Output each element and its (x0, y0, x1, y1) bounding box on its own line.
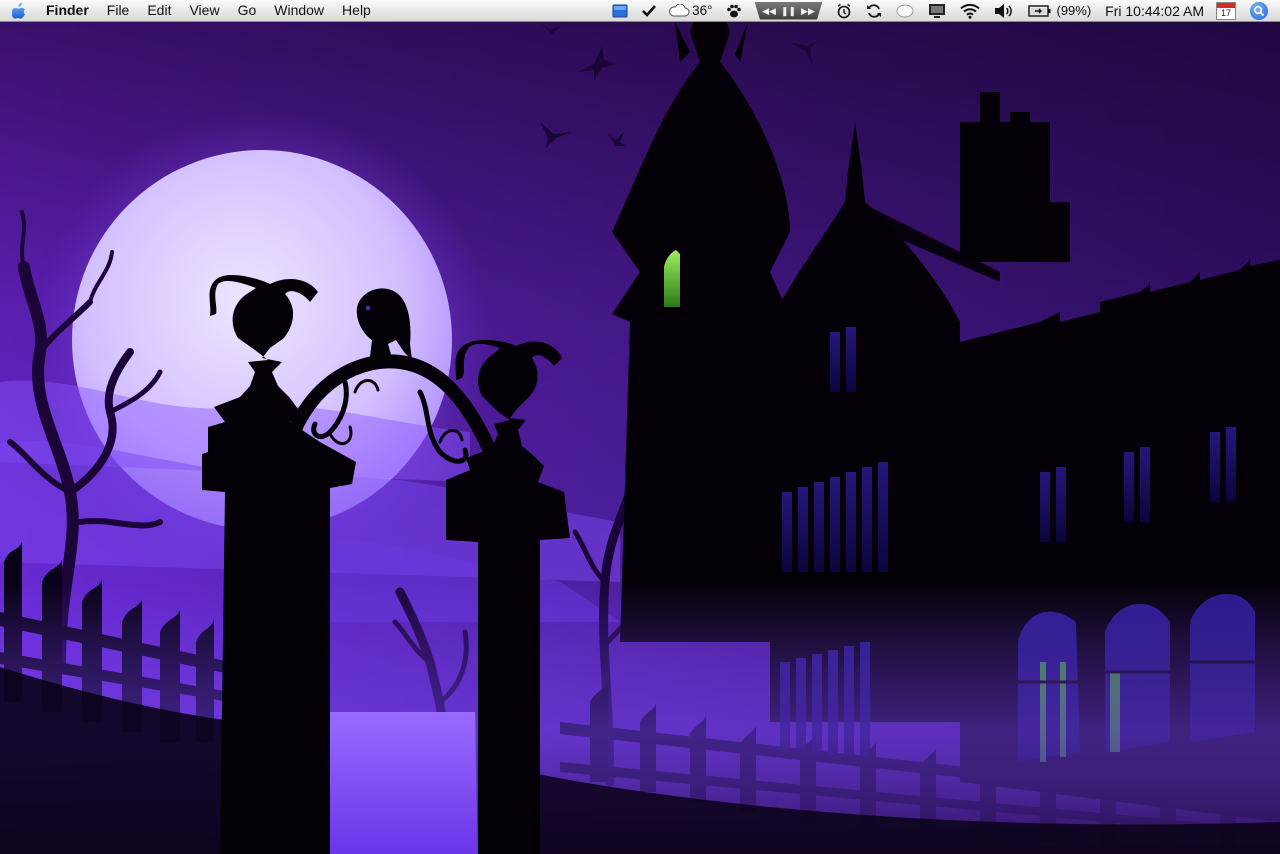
chat-bubble-icon[interactable] (896, 0, 914, 21)
calendar-day: 17 (1220, 7, 1231, 18)
spotlight-search-icon[interactable] (1250, 1, 1268, 20)
menu-extras: 36° ◀◀ ❚❚ ▶▶ (99%) Fri 10:44:02 AM 17 (598, 0, 1268, 21)
apple-menu-icon[interactable] (10, 1, 28, 21)
sync-icon[interactable] (866, 0, 882, 21)
desktop-wallpaper (0, 22, 1280, 854)
rewind-icon[interactable]: ◀◀ (762, 2, 776, 20)
menu-view[interactable]: View (189, 0, 219, 21)
paw-icon[interactable] (726, 0, 742, 21)
menu-window[interactable]: Window (274, 0, 324, 21)
battery-percentage: (99%) (1056, 3, 1092, 18)
media-controls[interactable]: ◀◀ ❚❚ ▶▶ (754, 1, 823, 20)
calendar-icon[interactable]: 17 (1216, 1, 1236, 20)
battery-icon (1028, 4, 1051, 17)
wifi-icon[interactable] (960, 0, 981, 21)
menu-file[interactable]: File (107, 0, 130, 21)
display-icon[interactable] (928, 0, 946, 21)
battery-status[interactable]: (99%) (1028, 0, 1091, 21)
blue-square-app-icon[interactable] (612, 0, 628, 21)
menu-edit[interactable]: Edit (147, 0, 171, 21)
menu-bar-left: Finder File Edit View Go Window Help (10, 0, 389, 21)
menu-clock[interactable]: Fri 10:44:02 AM (1105, 3, 1204, 19)
cloud-icon (669, 3, 690, 16)
menu-app-name[interactable]: Finder (46, 0, 89, 21)
menu-go[interactable]: Go (238, 0, 257, 21)
path-through-gate (330, 712, 478, 854)
volume-icon[interactable] (994, 0, 1014, 21)
menu-help[interactable]: Help (342, 0, 371, 21)
pause-icon[interactable]: ❚❚ (781, 2, 796, 20)
alarm-clock-icon[interactable] (836, 0, 852, 21)
checkmark-icon[interactable] (642, 0, 657, 21)
weather-temperature: 36° (692, 3, 713, 18)
weather-widget[interactable]: 36° (668, 0, 712, 21)
fast-forward-icon[interactable]: ▶▶ (801, 2, 815, 20)
menu-bar: Finder File Edit View Go Window Help 36°… (0, 0, 1280, 22)
